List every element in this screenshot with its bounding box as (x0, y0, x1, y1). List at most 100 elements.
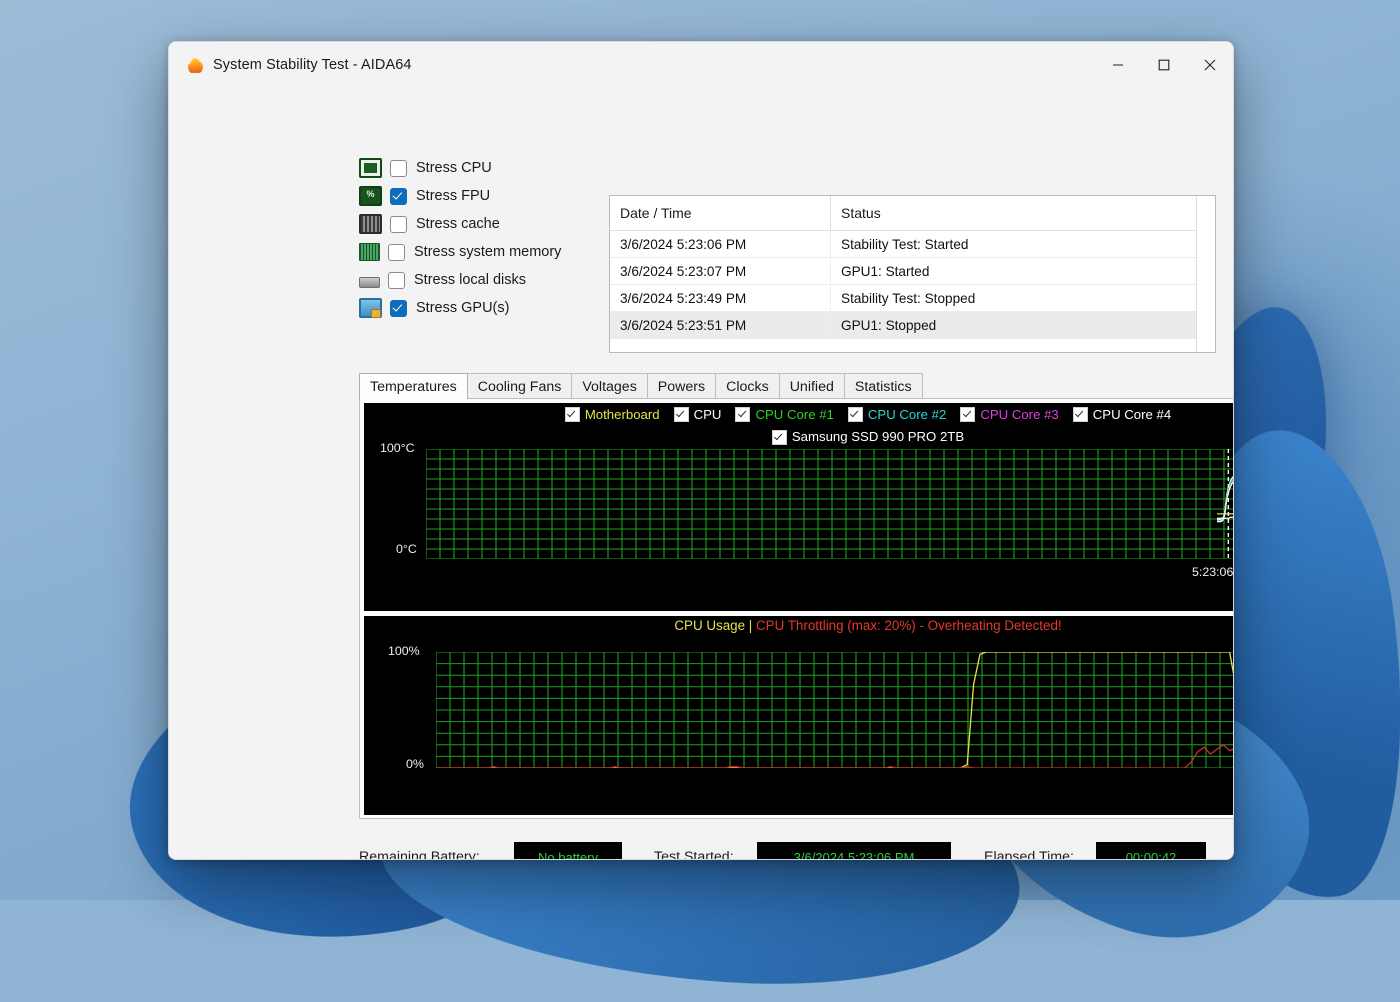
aida64-stability-test-window: System Stability Test - AIDA64 Stress CP… (168, 41, 1234, 860)
stress-option-label: Stress FPU (416, 188, 491, 204)
test-started-label: Test Started: (654, 849, 734, 860)
temperature-legend-row-1: Motherboard CPU CPU Core #1 CPU Core #2 CPU … (364, 403, 1233, 426)
tab-clocks[interactable]: Clocks (715, 373, 780, 399)
legend-label: CPU Core #1 (755, 406, 834, 422)
stress-option-checkbox[interactable] (390, 159, 407, 177)
tab-temperatures[interactable]: Temperatures (359, 373, 468, 399)
tab-voltages[interactable]: Voltages (571, 373, 648, 399)
temperature-legend-row-2: Samsung SSD 990 PRO 2TB (364, 426, 1233, 449)
battery-label: Remaining Battery: (359, 849, 480, 860)
legend-checkbox[interactable] (564, 407, 580, 423)
temperatures-tab-panel: Motherboard CPU CPU Core #1 CPU Core #2 CPU … (359, 398, 1234, 819)
cpu-usage-title-main: CPU Usage (674, 618, 746, 633)
elapsed-time-value: 00:00:42 (1096, 842, 1206, 859)
close-button[interactable] (1187, 42, 1233, 88)
temperature-plot-area (426, 449, 1233, 559)
column-header-datetime[interactable]: Date / Time (610, 196, 831, 230)
legend-label: CPU Core #4 (1092, 406, 1172, 422)
stress-option-label: Stress CPU (416, 160, 492, 176)
elapsed-time-label: Elapsed Time: (984, 849, 1074, 860)
legend-checkbox[interactable] (771, 429, 787, 445)
stress-option-checkbox[interactable] (388, 271, 405, 289)
stress-option-checkbox[interactable] (390, 299, 407, 317)
log-scrollbar[interactable] (1196, 196, 1215, 352)
window-title: System Stability Test - AIDA64 (213, 57, 412, 73)
window-caption-buttons (1095, 42, 1233, 88)
cpu-chip-icon (359, 158, 382, 178)
minimize-icon (1113, 64, 1123, 66)
legend-item[interactable]: CPU Core #4 (1072, 404, 1172, 426)
tab-cooling-fans[interactable]: Cooling Fans (466, 373, 573, 399)
table-row[interactable]: 3/6/2024 5:23:07 PM GPU1: Started (610, 258, 1215, 285)
temp-axis-label-min: 0°C (396, 542, 417, 556)
column-header-status[interactable]: Status (831, 196, 1215, 230)
stress-option-checkbox[interactable] (388, 243, 405, 261)
stress-option-label: Stress cache (416, 216, 500, 232)
legend-item[interactable]: CPU (673, 404, 722, 426)
table-body: 3/6/2024 5:23:06 PM Stability Test: Start… (610, 231, 1215, 339)
stress-option-row[interactable]: Stress CPU (359, 154, 599, 182)
log-cell-status: GPU1: Started (841, 263, 930, 279)
tab-statistics[interactable]: Statistics (843, 373, 923, 399)
stress-options-list: Stress CPU% Stress FPU Stress cache Stress … (359, 154, 599, 322)
stress-option-row[interactable]: % Stress FPU (359, 182, 599, 210)
sensor-tab-strip: Temperatures Cooling Fans Voltages Powers Cl… (359, 373, 1205, 399)
stress-option-row[interactable]: Stress local disks (359, 266, 599, 294)
legend-item[interactable]: CPU Core #3 (960, 404, 1059, 426)
gpu-monitor-icon (359, 298, 382, 318)
log-cell-status: Stability Test: Stopped (841, 290, 976, 306)
temp-plot-svg (426, 449, 1233, 559)
table-row[interactable]: 3/6/2024 5:23:49 PM Stability Test: Stopp… (610, 285, 1215, 312)
minimize-button[interactable] (1095, 42, 1141, 88)
series-samsung-ssd-990-pro-2tb (1217, 516, 1233, 519)
cpu-usage-chart-title: CPU Usage | CPU Throttling (max: 20%) - … (364, 616, 1233, 636)
battery-value: No battery (514, 842, 622, 859)
cpu-usage-title-warning: CPU Throttling (max: 20%) - Overheating … (756, 618, 1062, 633)
temperature-chart: Motherboard CPU CPU Core #1 CPU Core #2 CPU … (364, 403, 1234, 611)
stress-option-checkbox[interactable] (390, 187, 407, 205)
log-cell-datetime: 3/6/2024 5:23:49 PM (610, 285, 831, 311)
event-log-table[interactable]: Date / Time Status 3/6/2024 5:23:06 PM St… (609, 195, 1216, 353)
test-started-value: 3/6/2024 5:23:06 PM (757, 842, 951, 859)
maximize-button[interactable] (1141, 42, 1187, 88)
stress-option-row[interactable]: Stress cache (359, 210, 599, 238)
legend-checkbox[interactable] (1072, 407, 1088, 423)
chart-grid (436, 652, 1233, 768)
tab-unified[interactable]: Unified (778, 373, 845, 399)
table-header-row: Date / Time Status (610, 196, 1215, 231)
stress-option-row[interactable]: Stress GPU(s) (359, 294, 599, 322)
stress-option-label: Stress system memory (414, 244, 562, 260)
legend-item[interactable]: Motherboard (564, 404, 660, 426)
usage-axis-label-max: 100% (388, 644, 420, 658)
legend-checkbox[interactable] (735, 407, 751, 423)
chart-grid (426, 449, 1233, 559)
stress-option-checkbox[interactable] (390, 215, 407, 233)
legend-label: CPU Core #3 (980, 406, 1059, 422)
stress-option-row[interactable]: Stress system memory (359, 238, 599, 266)
fpu-chip-icon: % (359, 186, 382, 206)
cache-chip-icon (359, 214, 382, 234)
temp-axis-tick-start: 5:23:06 PM (1192, 565, 1234, 579)
legend-label: CPU (693, 406, 722, 422)
cpu-usage-chart: CPU Usage | CPU Throttling (max: 20%) - … (364, 616, 1233, 815)
tab-powers[interactable]: Powers (646, 373, 717, 399)
cpu-usage-plot-area (436, 652, 1233, 768)
window-client-area: Stress CPU% Stress FPU Stress cache Stress … (169, 88, 1233, 859)
legend-item[interactable]: Samsung SSD 990 PRO 2TB (771, 426, 964, 448)
stress-option-label: Stress local disks (414, 272, 527, 288)
cpu-usage-title-separator: | (748, 618, 753, 633)
log-cell-datetime: 3/6/2024 5:23:06 PM (610, 231, 831, 257)
legend-label: CPU Core #2 (867, 406, 947, 422)
legend-checkbox[interactable] (847, 407, 863, 423)
legend-checkbox[interactable] (960, 407, 976, 423)
title-bar[interactable]: System Stability Test - AIDA64 (169, 42, 1233, 88)
log-cell-status: Stability Test: Started (841, 236, 969, 252)
usage-axis-label-min: 0% (406, 757, 424, 771)
legend-item[interactable]: CPU Core #2 (847, 404, 947, 426)
table-row[interactable]: 3/6/2024 5:23:51 PM GPU1: Stopped (610, 312, 1215, 339)
legend-item[interactable]: CPU Core #1 (735, 404, 834, 426)
usage-plot-svg (436, 652, 1233, 768)
table-row[interactable]: 3/6/2024 5:23:06 PM Stability Test: Start… (610, 231, 1215, 258)
legend-checkbox[interactable] (673, 407, 689, 423)
flame-icon (186, 56, 205, 74)
